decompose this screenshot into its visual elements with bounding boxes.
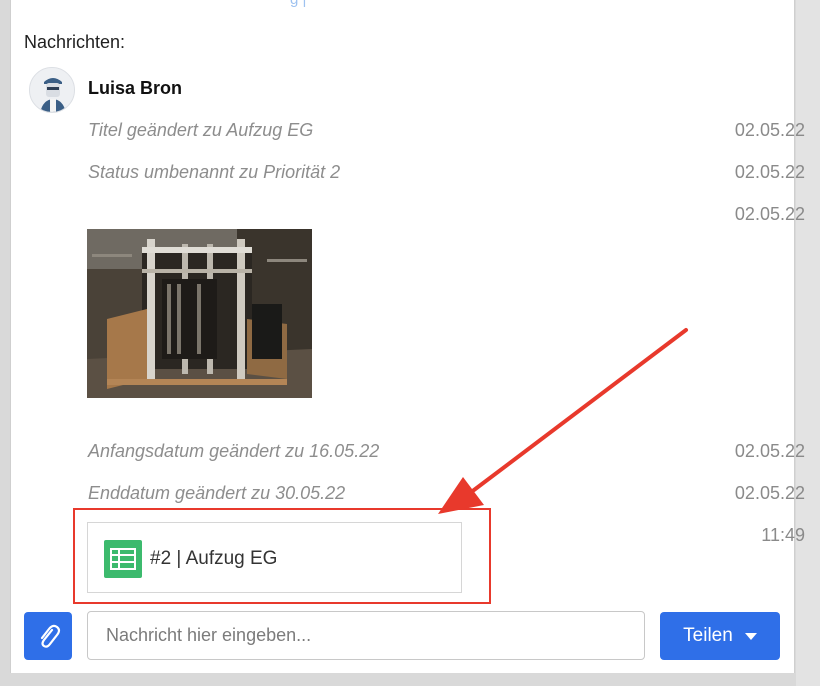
spreadsheet-icon: [104, 540, 142, 578]
log-entry-date: 02.05.22: [734, 204, 805, 224]
messages-heading: Nachrichten:: [24, 32, 126, 52]
avatar: [29, 67, 75, 113]
log-entry-date: 02.05.22: [734, 120, 805, 140]
log-entry-text: Anfangsdatum geändert zu 16.05.22: [88, 441, 380, 461]
attach-button[interactable]: [24, 612, 72, 660]
paperclip-icon: [40, 624, 61, 648]
log-entry-text: Titel geändert zu Aufzug EG: [88, 120, 314, 140]
log-entry-date: 02.05.22: [734, 483, 805, 503]
linked-item-label: #2 | Aufzug EG: [150, 548, 278, 569]
share-button-label: Teilen: [683, 625, 733, 646]
background-strip: [796, 0, 820, 686]
attachment-image[interactable]: [87, 229, 312, 398]
linked-item-card[interactable]: #2 | Aufzug EG: [87, 522, 462, 593]
message-input[interactable]: [87, 611, 645, 660]
message-author: Luisa Bron: [88, 78, 183, 98]
caret-down-icon: [744, 632, 757, 640]
log-entry-date: 11:49: [761, 525, 805, 545]
elevator-photo: [87, 229, 312, 398]
user-avatar-icon: [30, 68, 74, 112]
log-entry-text: Status umbenannt zu Priorität 2: [88, 162, 341, 182]
log-entry-text: Enddatum geändert zu 30.05.22: [88, 483, 346, 503]
share-button[interactable]: Teilen: [660, 612, 780, 660]
log-entry-date: 02.05.22: [734, 441, 805, 461]
header-peek-text: g |: [290, 0, 306, 8]
log-entry-date: 02.05.22: [734, 162, 805, 182]
